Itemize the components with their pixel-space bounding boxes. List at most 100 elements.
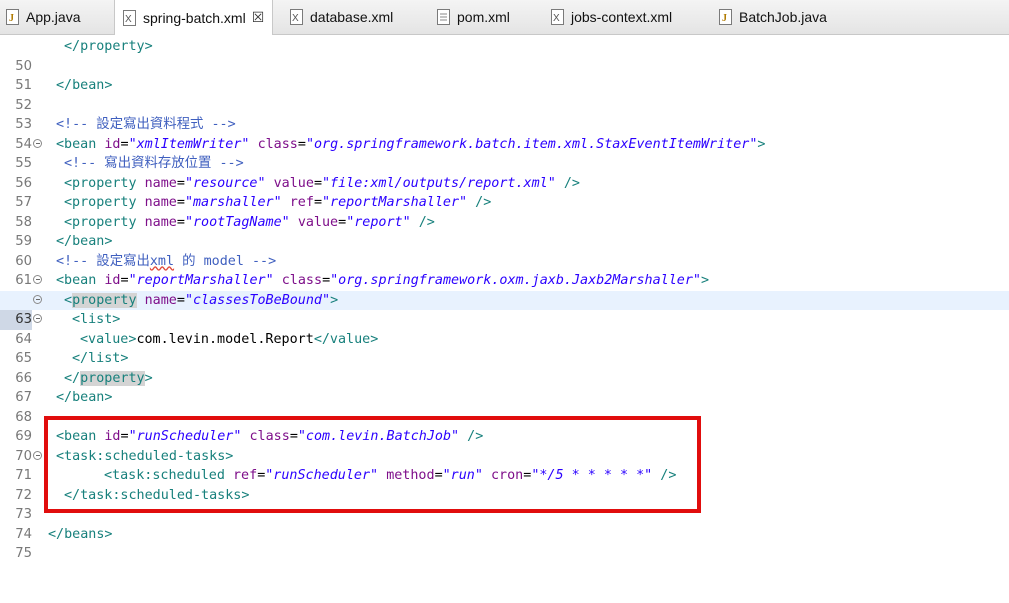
- xml-comment: <!-- 設定寫出資料程式 -->: [56, 117, 236, 132]
- code-line: 66 </list>: [0, 349, 1009, 386]
- svg-text:X: X: [292, 13, 299, 24]
- code-line: 60 </bean>: [0, 232, 1009, 269]
- svg-text:J: J: [9, 13, 14, 24]
- xml-close-tag: </list>: [72, 351, 129, 366]
- tab-label: database.xml: [310, 9, 394, 25]
- text-file-icon: [437, 9, 451, 25]
- xml-tag-end: >: [330, 292, 339, 308]
- xml-value: "rootTagName": [184, 214, 290, 230]
- tab-label: pom.xml: [457, 9, 510, 25]
- svg-text:X: X: [553, 13, 560, 24]
- java-file-icon: J: [6, 9, 20, 25]
- xml-attr: class: [281, 273, 323, 288]
- xml-file-icon: X: [123, 9, 137, 26]
- code-line: 62 <bean id="reportMarshaller" class="or…: [0, 271, 1009, 308]
- xml-close-tag: </: [64, 370, 81, 386]
- tab-label: jobs-context.xml: [571, 9, 673, 25]
- code-line: 59 <property name="rootTagName" value="r…: [0, 213, 1009, 250]
- xml-tag-end: />: [467, 195, 492, 210]
- matched-tag-name: property: [80, 370, 145, 386]
- xml-file-icon: X: [290, 9, 304, 25]
- code-line: 65 <value>com.levin.model.Report</value>: [0, 330, 1009, 367]
- tab-database-xml[interactable]: X database.xml: [290, 0, 393, 34]
- tab-pom-xml[interactable]: pom.xml: [437, 0, 510, 34]
- code-line: 61 <!-- 設定寫出xml 的 model -->: [0, 252, 1009, 289]
- xml-close-tag: </bean>: [56, 390, 113, 405]
- highlight-annotation-box: [44, 416, 701, 513]
- xml-tag: <bean: [56, 273, 105, 288]
- code-line-current: 63 <property name="classesToBeBound">: [0, 290, 1009, 330]
- tab-spring-batch-xml[interactable]: X spring-batch.xml ☒: [114, 0, 274, 35]
- close-tab-icon[interactable]: ☒: [252, 9, 265, 26]
- xml-tag: <value>: [80, 331, 137, 347]
- xml-value: "reportMarshaller": [128, 273, 274, 288]
- xml-comment: <!-- 設定寫出: [56, 253, 150, 269]
- xml-close-tag: </bean>: [56, 234, 113, 249]
- fold-toggle-icon[interactable]: [33, 450, 42, 460]
- xml-close-tag: </beans>: [48, 526, 113, 542]
- java-file-icon: J: [719, 9, 733, 25]
- xml-value: "org.springframework.oxm.jaxb.Jaxb2Marsh…: [330, 273, 701, 288]
- xml-comment: 的 model -->: [174, 253, 277, 269]
- xml-close-tag: </value>: [313, 331, 379, 347]
- tab-label: BatchJob.java: [739, 9, 827, 25]
- fold-toggle-icon[interactable]: [33, 314, 42, 323]
- fold-toggle-icon[interactable]: [33, 294, 42, 304]
- line-number: 75: [15, 546, 32, 561]
- code-line: 64 <list>: [0, 310, 1009, 347]
- svg-text:X: X: [125, 14, 132, 25]
- xml-attr: name: [144, 175, 177, 191]
- xml-attr: value: [297, 214, 339, 230]
- xml-attr: name: [144, 292, 177, 308]
- xml-close-tag: </bean>: [56, 78, 113, 93]
- fold-toggle-icon[interactable]: [33, 275, 42, 284]
- xml-text-content: com.levin.model.Report: [136, 331, 314, 347]
- code-line: 52 </bean>: [0, 76, 1009, 113]
- spelling-marked-word: xml: [149, 253, 175, 269]
- code-line: 53: [0, 96, 1009, 132]
- code-line: 58 <property name="marshaller" ref="repo…: [0, 193, 1009, 230]
- xml-attr: class: [257, 136, 298, 152]
- code-line: 54 <!-- 設定寫出資料程式 -->: [0, 115, 1009, 152]
- tab-app-java[interactable]: J App.java: [6, 0, 80, 34]
- xml-tag-end: />: [555, 175, 580, 191]
- xml-tag: <: [64, 292, 73, 308]
- xml-tag: <bean: [56, 136, 105, 152]
- xml-attr: ref: [289, 195, 314, 210]
- xml-tag-end: >: [757, 136, 766, 152]
- fold-toggle-icon[interactable]: [33, 138, 42, 148]
- code-line: 75 </beans>: [0, 525, 1009, 562]
- matched-tag-name: property: [72, 292, 137, 308]
- xml-value: "file:xml/outputs/report.xml": [322, 175, 556, 191]
- svg-text:J: J: [722, 13, 727, 24]
- xml-file-icon: X: [551, 9, 565, 25]
- xml-value: "classesToBeBound": [184, 292, 331, 308]
- xml-value: "marshaller": [184, 195, 282, 210]
- tab-label: spring-batch.xml: [143, 9, 246, 26]
- xml-value: "org.springframework.batch.item.xml.Stax…: [305, 136, 758, 152]
- xml-value: "reportMarshaller": [322, 195, 468, 210]
- xml-attr: id: [104, 273, 121, 288]
- xml-value: "xmlItemWriter": [128, 136, 250, 152]
- tab-batchjob-java[interactable]: J BatchJob.java: [719, 0, 827, 34]
- code-line: 57 <property name="resource" value="file…: [0, 174, 1009, 211]
- xml-tag: <list>: [72, 312, 121, 327]
- code-line: 51: [0, 57, 1009, 93]
- tab-jobs-context-xml[interactable]: X jobs-context.xml: [551, 0, 672, 34]
- xml-tag-end: >: [144, 370, 153, 386]
- code-line: 68 </bean>: [0, 388, 1009, 425]
- code-line: 56 <!-- 寫出資料存放位置 -->: [0, 154, 1009, 191]
- tab-label: App.java: [26, 9, 81, 25]
- xml-attr: name: [144, 214, 177, 230]
- editor-tab-bar: J App.java X spring-batch.xml ☒ X databa…: [0, 0, 1009, 35]
- xml-tag: <property: [64, 195, 145, 210]
- xml-attr: id: [104, 136, 121, 152]
- code-line: 67 </property>: [0, 369, 1009, 405]
- xml-tag-end: >: [700, 273, 710, 288]
- xml-close-tag: </property>: [64, 39, 153, 54]
- xml-value: "resource": [184, 175, 266, 191]
- xml-tag-end: />: [410, 214, 435, 230]
- xml-value: "report": [346, 214, 411, 230]
- xml-tag: <property: [64, 214, 145, 230]
- xml-tag: <property: [64, 175, 145, 191]
